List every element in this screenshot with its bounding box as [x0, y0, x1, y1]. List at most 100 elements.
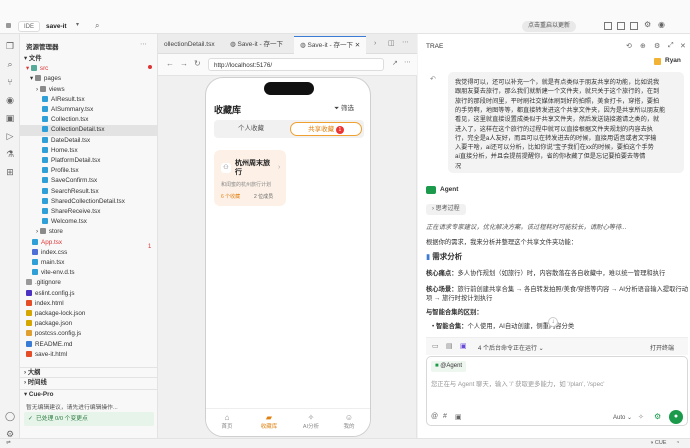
file-tree-item[interactable]: .gitignore [20, 278, 158, 288]
new-chat-icon[interactable]: ⊕ [640, 42, 646, 50]
extensions-icon[interactable]: ▣ [4, 112, 16, 124]
project-name[interactable]: save-it [46, 21, 67, 32]
close-icon[interactable]: ✕ [680, 42, 686, 50]
filter-button[interactable]: ⏷ 筛选 [334, 102, 354, 113]
running-commands[interactable]: 4 个后台命令正在运行 ⌄ [478, 343, 544, 352]
timeline-section[interactable]: › 时间线 [20, 377, 158, 387]
history-icon[interactable]: ⟲ [626, 42, 632, 50]
chevron-right-icon: › [278, 164, 281, 171]
file-tree-item[interactable]: DateDetail.tsx [20, 136, 158, 146]
file-tree-item[interactable]: SaveConfirm.tsx [20, 176, 158, 186]
file-tree-item[interactable]: README.md [20, 340, 158, 350]
gear-icon[interactable]: ⚙ [654, 42, 660, 50]
preview-icon[interactable]: ◉ [4, 94, 16, 106]
file-tree-item[interactable]: vite-env.d.ts [20, 268, 158, 278]
hash-icon[interactable]: # [443, 413, 447, 420]
file-tree-item[interactable]: postcss.config.js [20, 329, 158, 339]
tab-personal-collection[interactable]: 个人收藏 [214, 120, 288, 138]
file-tree-item[interactable]: SharedCollectionDetail.tsx [20, 197, 158, 207]
layout-icon[interactable] [604, 22, 612, 30]
file-tree-item[interactable]: ShareReceive.tsx [20, 207, 158, 217]
nav-ai[interactable]: ✧ AI分析 [300, 413, 322, 430]
image-upload-icon[interactable]: ▣ [455, 413, 462, 421]
ide-label[interactable]: IDE [18, 21, 41, 32]
files-section[interactable]: ▾ 文件 [20, 54, 158, 64]
remote-icon[interactable]: ⊞ [4, 166, 16, 178]
file-tree-item[interactable]: App.tsx [20, 238, 158, 248]
nav-collection[interactable]: ▰ 收藏库 [258, 413, 280, 430]
more-icon[interactable]: ⋯ [140, 40, 147, 48]
more-icon[interactable]: ⋯ [402, 38, 409, 46]
testing-icon[interactable]: ⚗ [4, 148, 16, 160]
cue-status-label[interactable]: ◑ CUE [650, 440, 666, 446]
file-tree-item[interactable]: Profile.tsx [20, 166, 158, 176]
account-icon[interactable]: ◯ [4, 410, 16, 422]
src-folder[interactable]: ▾ src [20, 64, 158, 74]
close-icon[interactable]: ✕ [353, 42, 360, 49]
restart-update-notice[interactable]: 点击重启以更新 [522, 21, 577, 32]
nav-profile[interactable]: ☺ 我的 [340, 413, 358, 430]
file-tree-item[interactable]: index.html [20, 299, 158, 309]
bell-icon[interactable]: ◔ [676, 440, 679, 446]
at-mention-icon[interactable]: @ [431, 413, 438, 420]
explorer-icon[interactable]: ❐ [4, 40, 16, 52]
file-tree-item[interactable]: Collection.tsx [20, 115, 158, 125]
maximize-icon[interactable]: ⤢ [668, 42, 674, 50]
file-tree-item[interactable]: eslint.config.js [20, 289, 158, 299]
thinking-toggle[interactable]: › 思考过程 [426, 204, 466, 215]
open-external-icon[interactable]: ↗ [392, 59, 398, 67]
split-editor-icon[interactable]: ◫ [388, 39, 395, 47]
gear-icon[interactable]: ⚙ [644, 20, 651, 29]
file-tree-item[interactable]: package-lock.json [20, 309, 158, 319]
sparkle-icon[interactable]: ✧ [638, 413, 644, 421]
image-icon: ▣ [460, 343, 467, 350]
tab-preview-2[interactable]: ◍ Save-it - 存一下 ✕ [294, 36, 367, 54]
file-tree-item[interactable]: package.json [20, 319, 158, 329]
scroll-down-icon[interactable]: ↓ [548, 317, 558, 327]
cue-pro-section[interactable]: ▾ Cue-Pro [20, 389, 158, 399]
tab-collection-detail[interactable]: ollectionDetail.tsx [158, 36, 221, 54]
file-tree-item[interactable]: ▾ pages [20, 74, 158, 84]
model-selector[interactable]: Auto ⌄ [613, 414, 632, 421]
outline-section[interactable]: › 大纲 [20, 367, 158, 377]
tab-shared-collection[interactable]: 共享收藏 1 [290, 122, 362, 136]
nav-home[interactable]: ⌂ 首页 [218, 413, 236, 430]
shared-collection-card[interactable]: ⚇ 杭州周末旅行 › 和闺蜜的杭州旅行计划 6 个收藏 2 位成员 [214, 150, 286, 206]
file-tree-item[interactable]: Home.tsx [20, 146, 158, 156]
search-icon[interactable]: ⌕ [95, 21, 99, 31]
reload-icon[interactable]: ↻ [194, 59, 201, 68]
file-tree-item[interactable]: PlatformDetail.tsx [20, 156, 158, 166]
debug-icon[interactable]: ▷ [4, 130, 16, 142]
file-tree-item[interactable]: SearchResult.tsx [20, 187, 158, 197]
undo-icon[interactable]: ↶ [430, 75, 436, 83]
remote-icon[interactable]: ⇌ [6, 440, 11, 446]
send-button[interactable]: ● [669, 410, 683, 424]
source-control-icon[interactable]: ⑂ [4, 76, 16, 88]
file-tree-item[interactable]: › store [20, 227, 158, 237]
gear-icon[interactable]: ⚙ [654, 412, 661, 421]
forward-arrow-icon[interactable]: → [180, 59, 188, 68]
chevron-right-icon[interactable]: › [374, 40, 376, 47]
open-terminal-button[interactable]: 打开终端 [650, 343, 674, 352]
chevron-down-icon[interactable]: ▾ [76, 21, 79, 28]
file-tree-item[interactable]: CollectionDetail.tsx [20, 125, 158, 136]
file-tree-item[interactable]: index.css [20, 248, 158, 258]
agent-mention-chip[interactable]: ■ @Agent [431, 361, 467, 372]
file-tree-item[interactable]: › views [20, 85, 158, 95]
file-tree-item[interactable]: save-it.html [20, 350, 158, 360]
menu-icon[interactable] [6, 23, 11, 28]
search-icon[interactable]: ⌕ [4, 58, 16, 70]
tab-preview-1[interactable]: ◍ Save-it - 存一下 [224, 36, 289, 54]
file-tree-item[interactable]: AIResult.tsx [20, 95, 158, 105]
chat-input-placeholder[interactable]: 您正在与 Agent 聊天，输入 '/' 获取更多能力，如 '/plan', '… [431, 379, 604, 388]
file-tree-item[interactable]: AISummary.tsx [20, 105, 158, 115]
panel-icon[interactable] [617, 22, 625, 30]
sidebar-toggle-icon[interactable] [630, 22, 638, 30]
url-input[interactable]: http://localhost:5176/ [208, 58, 384, 71]
file-tree-item[interactable]: main.tsx [20, 258, 158, 268]
account-icon[interactable]: ◉ [658, 20, 665, 29]
back-arrow-icon[interactable]: ← [166, 59, 174, 68]
more-icon[interactable]: ⋯ [404, 58, 411, 66]
file-tree-item[interactable]: Welcome.tsx [20, 217, 158, 227]
chat-input-box[interactable]: ■ @Agent 您正在与 Agent 聊天，输入 '/' 获取更多能力，如 '… [426, 356, 688, 426]
